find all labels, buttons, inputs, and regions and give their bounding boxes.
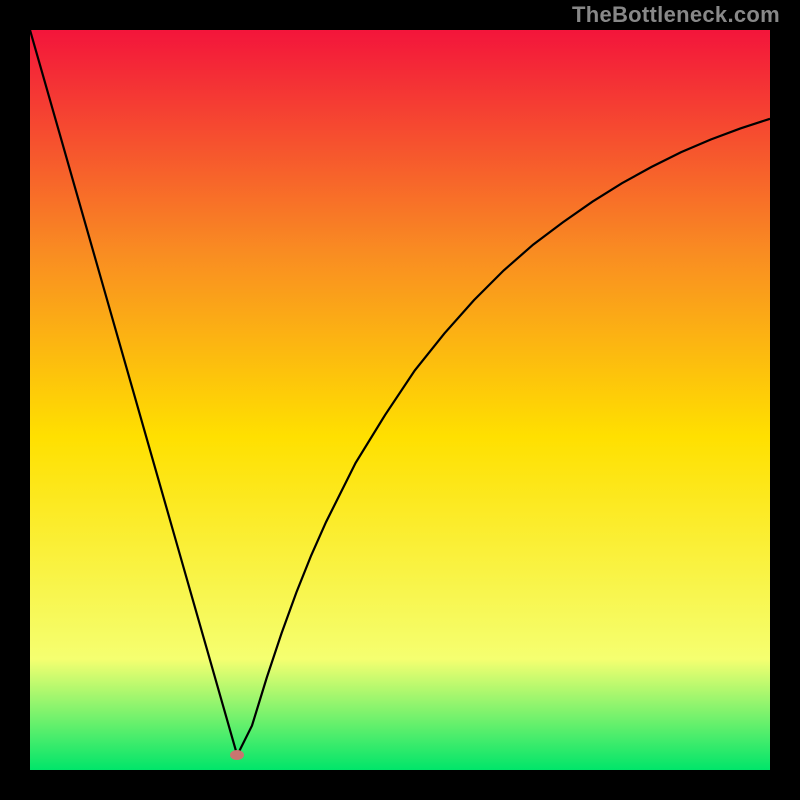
watermark-text: TheBottleneck.com <box>572 2 780 28</box>
curve-line <box>30 30 770 755</box>
curve-plot <box>30 30 770 770</box>
plot-area <box>30 30 770 770</box>
minimum-marker <box>230 750 244 760</box>
chart-container: TheBottleneck.com <box>0 0 800 800</box>
